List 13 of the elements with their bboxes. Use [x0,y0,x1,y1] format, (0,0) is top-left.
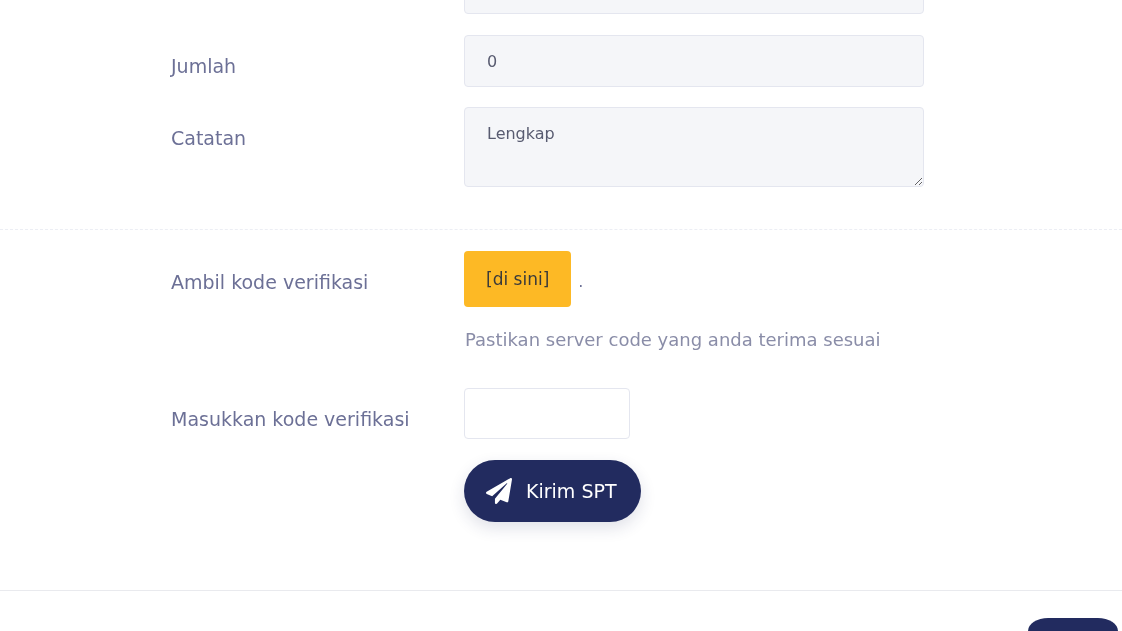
input-field[interactable]: 0 [464,35,924,87]
field-label: Ambil kode verifikasi [171,270,369,295]
period-text: . [578,270,584,291]
hint-text: Pastikan server code yang anda terima sesuai [465,328,881,352]
code-input-field[interactable] [464,388,630,439]
paper-plane-icon [486,478,512,504]
field-label: Catatan [171,126,247,151]
field-label: Jumlah [171,54,237,79]
send-button[interactable]: Kirim SPT [464,460,641,522]
get-code-button[interactable]: [di sini] [464,251,572,307]
field-label: Masukkan kode verifikasi [171,407,410,432]
floating-button[interactable] [1028,618,1118,631]
notes-textarea[interactable]: Lengkap [464,107,924,187]
